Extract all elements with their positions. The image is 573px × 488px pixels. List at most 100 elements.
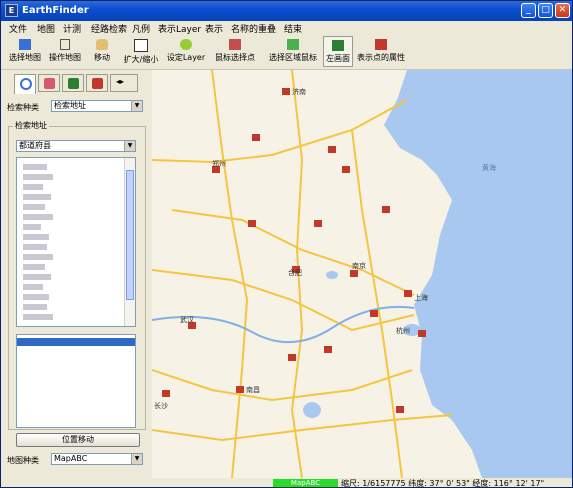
tab-route[interactable] <box>38 74 60 92</box>
left-pane-label: 左画面 <box>326 54 350 63</box>
city-marker[interactable] <box>288 354 296 361</box>
map-icon <box>19 39 31 50</box>
operate-map-button[interactable]: 操作地图 <box>45 36 85 67</box>
list-item[interactable] <box>23 304 47 310</box>
menu-view[interactable]: 表示 <box>205 22 223 35</box>
search-type-label: 检索种类 <box>7 103 39 112</box>
menu-exit[interactable]: 结束 <box>284 22 302 35</box>
zoom-label: 扩大/缩小 <box>123 55 159 64</box>
city-marker[interactable] <box>404 290 412 297</box>
map-type-value: MapABC <box>54 454 88 463</box>
list-item[interactable] <box>23 194 51 200</box>
address-list[interactable] <box>16 157 136 327</box>
city-marker[interactable] <box>282 88 290 95</box>
city-marker[interactable] <box>370 310 378 317</box>
selected-result-row[interactable] <box>17 338 135 346</box>
sea-area <box>384 70 572 478</box>
pan-button[interactable]: 移动 <box>89 36 115 67</box>
province-value: 都道府县 <box>19 141 51 150</box>
city-marker[interactable] <box>248 220 256 227</box>
menu-name-overlap[interactable]: 名称的重叠 <box>231 22 276 35</box>
layer-tab-icon <box>68 78 79 89</box>
city-marker[interactable] <box>314 220 322 227</box>
show-attribute-button[interactable]: 表示点的属性 <box>355 36 407 67</box>
route-icon <box>44 78 55 89</box>
list-item[interactable] <box>23 274 51 280</box>
list-item[interactable] <box>23 164 47 170</box>
search-type-select[interactable]: 检索地址 ▼ <box>51 100 143 112</box>
tab-scroll-arrows-icon: ◂▸ <box>116 77 125 86</box>
layer-icon <box>180 39 192 50</box>
city-marker[interactable] <box>162 390 170 397</box>
scrollbar-thumb[interactable] <box>126 170 134 300</box>
legend-icon <box>92 78 103 89</box>
list-item[interactable] <box>23 174 53 180</box>
list-item[interactable] <box>23 234 49 240</box>
list-item[interactable] <box>23 204 45 210</box>
tab-legend[interactable] <box>86 74 108 92</box>
menu-measure[interactable]: 计测 <box>63 22 81 35</box>
menu-map[interactable]: 地图 <box>37 22 55 35</box>
menu-file[interactable]: 文件 <box>9 22 27 35</box>
city-marker[interactable] <box>396 406 404 413</box>
list-item[interactable] <box>23 244 47 250</box>
city-marker[interactable] <box>324 346 332 353</box>
area-select-button[interactable]: 选择区域鼠标 <box>264 36 322 67</box>
maximize-button[interactable]: □ <box>538 3 553 18</box>
menu-legend[interactable]: 凡例 <box>132 22 150 35</box>
list-item[interactable] <box>23 284 43 290</box>
window-title: EarthFinder <box>22 5 89 16</box>
city-marker[interactable] <box>382 206 390 213</box>
list-item[interactable] <box>23 184 43 190</box>
city-marker[interactable] <box>342 166 350 173</box>
set-layer-button[interactable]: 设定Layer <box>166 36 206 67</box>
tab-scroll[interactable]: ◂▸ <box>110 74 138 92</box>
close-button[interactable]: ✕ <box>555 3 570 18</box>
pan-label: 移动 <box>94 53 110 62</box>
move-position-button[interactable]: 位置移动 <box>16 433 140 447</box>
area-select-icon <box>287 39 299 50</box>
map-type-select[interactable]: MapABC ▼ <box>51 453 143 465</box>
search-type-value: 检索地址 <box>54 101 86 110</box>
list-scrollbar[interactable] <box>124 158 135 326</box>
city-marker[interactable] <box>328 146 336 153</box>
highway-line <box>211 70 249 478</box>
city-marker[interactable] <box>236 386 244 393</box>
minimize-button[interactable]: _ <box>521 3 536 18</box>
list-item[interactable] <box>23 254 53 260</box>
panel-tabs: ◂▸ <box>6 74 146 96</box>
city-label: 郑州 <box>212 160 226 168</box>
attribute-icon <box>375 39 387 50</box>
city-marker[interactable] <box>418 330 426 337</box>
city-label: 上海 <box>414 293 428 302</box>
search-icon <box>20 78 32 90</box>
map-svg[interactable]: 黄海 济南 合肥 南京 上海 武汉 杭州 南昌 长沙 郑州 <box>152 70 572 478</box>
tab-search[interactable] <box>14 74 36 94</box>
poyang-lake <box>303 402 321 418</box>
select-map-button[interactable]: 选择地图 <box>5 36 45 67</box>
left-pane-icon <box>332 40 344 51</box>
zoom-button[interactable]: 扩大/缩小 <box>119 36 163 67</box>
result-list[interactable] <box>16 334 136 428</box>
hand-icon <box>96 39 108 50</box>
city-marker[interactable] <box>252 134 260 141</box>
list-item[interactable] <box>23 214 53 220</box>
list-item[interactable] <box>23 224 41 230</box>
title-bar[interactable]: E EarthFinder _ □ ✕ <box>1 1 572 21</box>
lake <box>326 271 338 279</box>
show-attribute-label: 表示点的属性 <box>357 53 405 62</box>
sea-label: 黄海 <box>482 163 496 172</box>
province-select[interactable]: 都道府县 ▼ <box>16 140 136 152</box>
list-item[interactable] <box>23 264 45 270</box>
list-item[interactable] <box>23 314 53 320</box>
menu-show-layer[interactable]: 表示Layer <box>158 22 201 35</box>
map-canvas[interactable]: 黄海 济南 合肥 南京 上海 武汉 杭州 南昌 长沙 郑州 <box>152 70 572 478</box>
left-pane-button[interactable]: 左画面 <box>323 36 353 67</box>
scale-coordinate-readout: 缩尺: 1/6157775 纬度: 37° 0' 53" 经度: 116° 12… <box>341 479 545 488</box>
tab-layer[interactable] <box>62 74 84 92</box>
mouse-select-point-button[interactable]: 鼠标选择点 <box>211 36 259 67</box>
menu-route-search[interactable]: 经路检索 <box>91 22 127 35</box>
city-label: 南昌 <box>246 385 260 394</box>
list-item[interactable] <box>23 294 49 300</box>
city-marker[interactable] <box>350 270 358 277</box>
